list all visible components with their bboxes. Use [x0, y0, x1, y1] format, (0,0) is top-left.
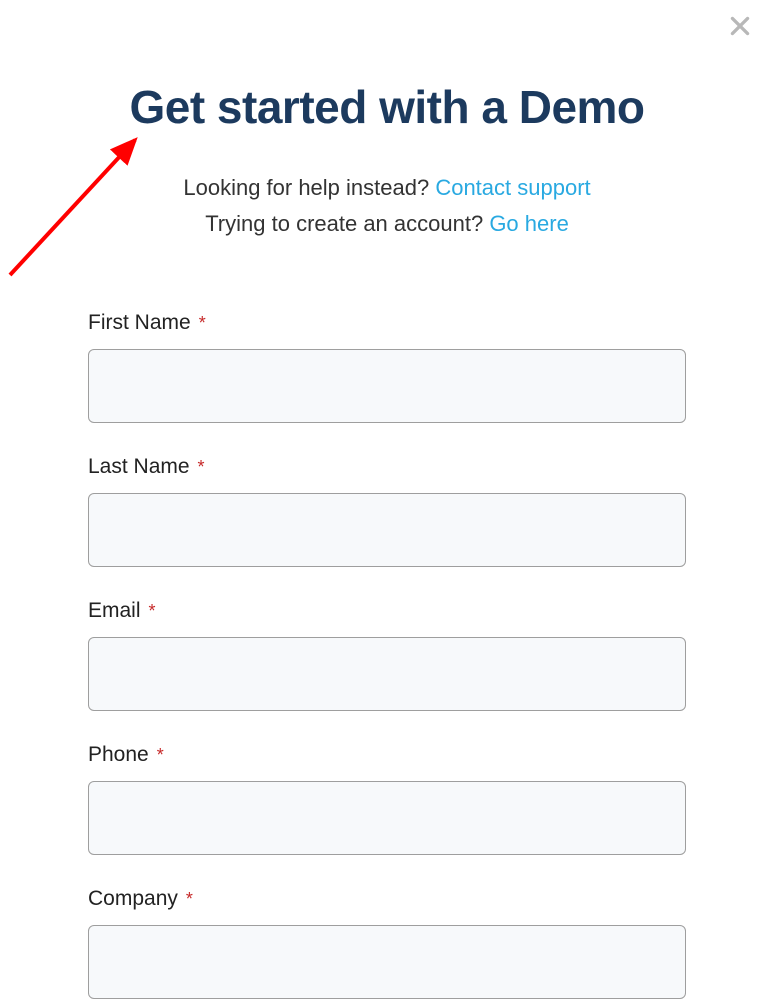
label-text: Email — [88, 599, 141, 622]
required-star: * — [198, 457, 205, 477]
label-text: First Name — [88, 311, 191, 334]
subtitle-line-1: Looking for help instead? Contact suppor… — [88, 170, 686, 206]
demo-modal: Get started with a Demo Looking for help… — [0, 0, 774, 999]
required-star: * — [157, 745, 164, 765]
required-star: * — [199, 313, 206, 333]
subtitle-text-2: Trying to create an account? — [205, 211, 489, 236]
email-input[interactable] — [88, 637, 686, 711]
form-group-email: Email * — [88, 599, 686, 711]
subtitle-text-1: Looking for help instead? — [183, 175, 435, 200]
phone-input[interactable] — [88, 781, 686, 855]
last-name-input[interactable] — [88, 493, 686, 567]
demo-form: First Name* Last Name* Email* Phone* Com — [88, 311, 686, 999]
required-star: * — [149, 601, 156, 621]
go-here-link[interactable]: Go here — [489, 211, 569, 236]
company-label: Company * — [88, 887, 686, 911]
subtitle-line-2: Trying to create an account? Go here — [88, 206, 686, 242]
label-text: Phone — [88, 743, 149, 766]
contact-support-link[interactable]: Contact support — [435, 175, 590, 200]
first-name-label: First Name * — [88, 311, 686, 335]
modal-title: Get started with a Demo — [88, 80, 686, 134]
subtitle-block: Looking for help instead? Contact suppor… — [88, 170, 686, 243]
email-label: Email * — [88, 599, 686, 623]
close-button[interactable] — [724, 10, 756, 42]
required-star: * — [186, 889, 193, 909]
form-group-phone: Phone * — [88, 743, 686, 855]
label-text: Last Name — [88, 455, 190, 478]
last-name-label: Last Name * — [88, 455, 686, 479]
form-group-last-name: Last Name * — [88, 455, 686, 567]
label-text: Company — [88, 887, 178, 910]
first-name-input[interactable] — [88, 349, 686, 423]
form-group-first-name: First Name * — [88, 311, 686, 423]
company-input[interactable] — [88, 925, 686, 999]
phone-label: Phone * — [88, 743, 686, 767]
form-group-company: Company * — [88, 887, 686, 999]
close-icon — [727, 13, 753, 39]
